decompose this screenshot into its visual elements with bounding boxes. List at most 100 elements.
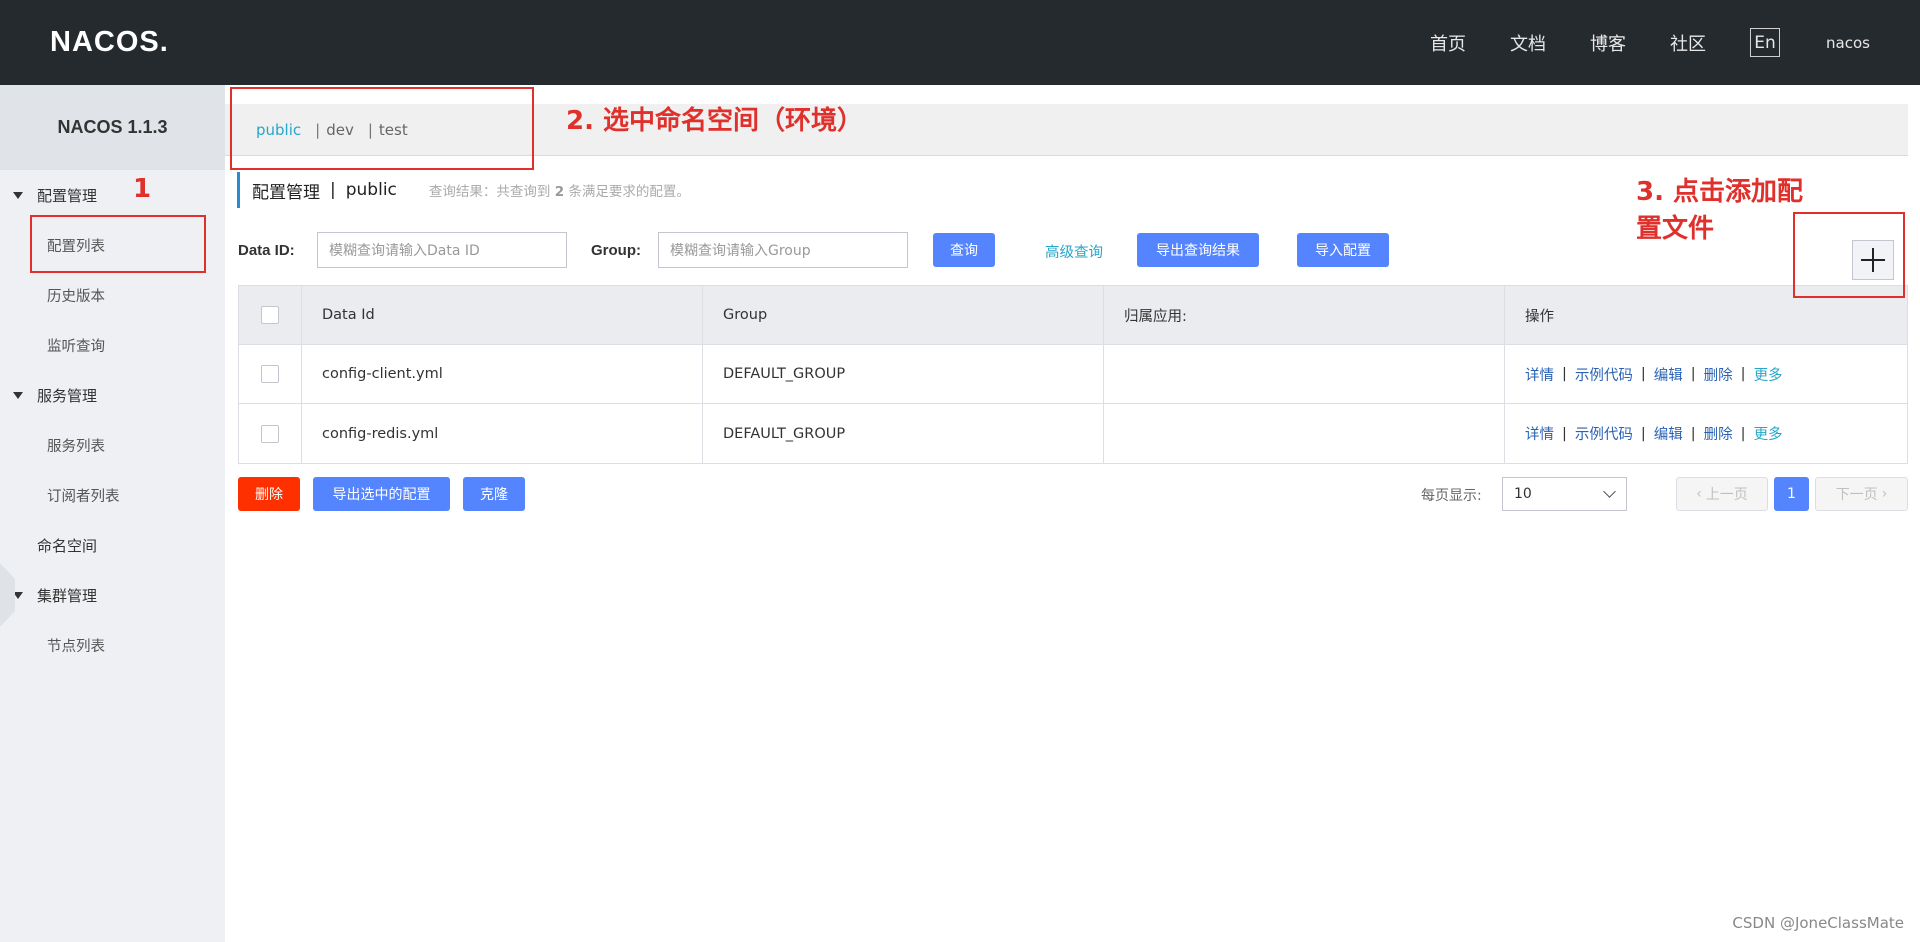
annotation-step-2: 2. 选中命名空间（环境） (566, 106, 864, 136)
annotation-box-add (1793, 212, 1905, 298)
page-header: 配置管理 | public 查询结果：共查询到 2 条满足要求的配置。 (237, 172, 690, 208)
nav-docs[interactable]: 文档 (1510, 30, 1546, 56)
sidebar: NACOS 1.1.3 配置管理 配置列表 历史版本 监听查询 服务管理 服务列… (0, 85, 225, 942)
group-input[interactable]: 模糊查询请输入Group (658, 232, 908, 268)
data-id-label: Data ID: (238, 242, 295, 259)
column-group: Group (703, 286, 1104, 344)
sidebar-collapse-handle[interactable] (0, 563, 15, 627)
select-all-checkbox[interactable] (261, 306, 279, 324)
sidebar-item-namespace[interactable]: 命名空间 (0, 525, 225, 565)
caret-down-icon (13, 391, 23, 399)
delete-link[interactable]: 删除 (1704, 423, 1733, 444)
row-checkbox-cell (239, 345, 302, 403)
row-checkbox[interactable] (261, 365, 279, 383)
sidebar-item-listener[interactable]: 监听查询 (0, 325, 225, 365)
sidebar-item-history[interactable]: 历史版本 (0, 275, 225, 315)
annotation-step-3-line2: 置文件 (1636, 214, 1715, 244)
sample-code-link[interactable]: 示例代码 (1575, 423, 1633, 444)
group-label: Group: (591, 242, 641, 259)
sidebar-group-label: 集群管理 (37, 586, 98, 605)
action-separator: | (1562, 425, 1567, 442)
next-page-button[interactable]: 下一页 › (1815, 477, 1908, 511)
sidebar-group-cluster[interactable]: 集群管理 (0, 575, 225, 615)
chevron-down-icon (1603, 485, 1616, 498)
export-query-button[interactable]: 导出查询结果 (1137, 233, 1259, 267)
page-size-value: 10 (1514, 486, 1532, 502)
top-header: NACOS. 首页 文档 博客 社区 En nacos (0, 0, 1920, 85)
delete-button[interactable]: 删除 (238, 477, 300, 511)
table-row: config-client.yml DEFAULT_GROUP 详情 | 示例代… (239, 345, 1907, 404)
next-label: 下一页 (1835, 487, 1878, 503)
sidebar-title: NACOS 1.1.3 (0, 85, 225, 170)
cell-group: DEFAULT_GROUP (703, 404, 1104, 463)
chevron-left-icon: ‹ (1696, 486, 1702, 502)
cell-actions: 详情 | 示例代码 | 编辑 | 删除 | 更多 (1505, 404, 1907, 463)
logo-dot: . (159, 25, 168, 58)
nacos-logo[interactable]: NACOS. (50, 24, 168, 60)
nav-community[interactable]: 社区 (1670, 30, 1706, 56)
detail-link[interactable]: 详情 (1525, 423, 1554, 444)
clone-button[interactable]: 克隆 (463, 477, 525, 511)
query-result-text: 查询结果：共查询到 2 条满足要求的配置。 (428, 184, 690, 200)
sidebar-group-service[interactable]: 服务管理 (0, 375, 225, 415)
chevron-right-icon: › (1881, 486, 1888, 502)
more-link[interactable]: 更多 (1754, 364, 1783, 385)
table-header: Data Id Group 归属应用: 操作 (239, 286, 1907, 345)
sidebar-item-subscribers[interactable]: 订阅者列表 (0, 475, 225, 515)
annotation-step-1: 1 (133, 174, 152, 204)
cell-group: DEFAULT_GROUP (703, 345, 1104, 403)
column-app: 归属应用: (1104, 286, 1505, 344)
sidebar-group-config[interactable]: 配置管理 (0, 175, 225, 215)
edit-link[interactable]: 编辑 (1654, 364, 1683, 385)
delete-link[interactable]: 删除 (1704, 364, 1733, 385)
cell-app (1104, 404, 1505, 463)
cell-data-id: config-client.yml (302, 345, 703, 403)
import-config-button[interactable]: 导入配置 (1297, 233, 1389, 267)
user-name[interactable]: nacos (1826, 34, 1870, 52)
action-separator: | (1640, 425, 1646, 442)
annotation-box-namespace (230, 87, 534, 170)
sidebar-group-label: 配置管理 (37, 186, 98, 205)
row-checkbox[interactable] (261, 424, 279, 443)
cell-app (1104, 345, 1505, 403)
page-size-label: 每页显示: (1421, 488, 1482, 504)
config-table: Data Id Group 归属应用: 操作 config-client.yml… (238, 285, 1908, 464)
sidebar-item-nodes[interactable]: 节点列表 (0, 625, 225, 665)
prev-label: 上一页 (1705, 487, 1748, 503)
action-separator: | (1562, 366, 1567, 382)
annotation-step-3-line1: 3. 点击添加配 (1636, 177, 1804, 207)
more-link[interactable]: 更多 (1754, 423, 1783, 444)
export-selected-button[interactable]: 导出选中的配置 (313, 477, 450, 511)
annotation-box-config-list (30, 215, 206, 273)
action-separator: | (1740, 366, 1746, 382)
edit-link[interactable]: 编辑 (1654, 423, 1683, 444)
action-separator: | (1640, 366, 1646, 382)
sidebar-item-service-list[interactable]: 服务列表 (0, 425, 225, 465)
prev-page-button[interactable]: ‹ 上一页 (1676, 477, 1768, 511)
top-nav: 首页 文档 博客 社区 En nacos (1386, 0, 1870, 85)
column-data-id: Data Id (302, 286, 703, 344)
query-button[interactable]: 查询 (933, 233, 995, 267)
row-checkbox-cell (239, 404, 302, 463)
sample-code-link[interactable]: 示例代码 (1575, 364, 1633, 385)
nav-blog[interactable]: 博客 (1590, 30, 1626, 56)
advanced-query-link[interactable]: 高级查询 (1045, 241, 1103, 262)
sidebar-group-label: 服务管理 (37, 386, 98, 405)
action-separator: | (1740, 425, 1746, 442)
cell-actions: 详情 | 示例代码 | 编辑 | 删除 | 更多 (1505, 345, 1907, 403)
cell-data-id: config-redis.yml (302, 404, 703, 463)
action-separator: | (1690, 366, 1696, 382)
page-1-button[interactable]: 1 (1774, 477, 1809, 511)
page-title: 配置管理 (252, 182, 320, 203)
nav-home[interactable]: 首页 (1430, 30, 1466, 56)
language-toggle[interactable]: En (1750, 28, 1781, 57)
data-id-input[interactable]: 模糊查询请输入Data ID (317, 232, 567, 268)
action-separator: | (1690, 425, 1696, 442)
header-checkbox-cell (239, 286, 302, 344)
watermark: CSDN @JoneClassMate (1732, 914, 1904, 932)
caret-down-icon (13, 191, 23, 199)
page-title-separator: | (330, 180, 336, 200)
page-size-select[interactable]: 10 (1502, 477, 1627, 511)
logo-text: NACOS (50, 25, 160, 58)
detail-link[interactable]: 详情 (1525, 364, 1554, 385)
